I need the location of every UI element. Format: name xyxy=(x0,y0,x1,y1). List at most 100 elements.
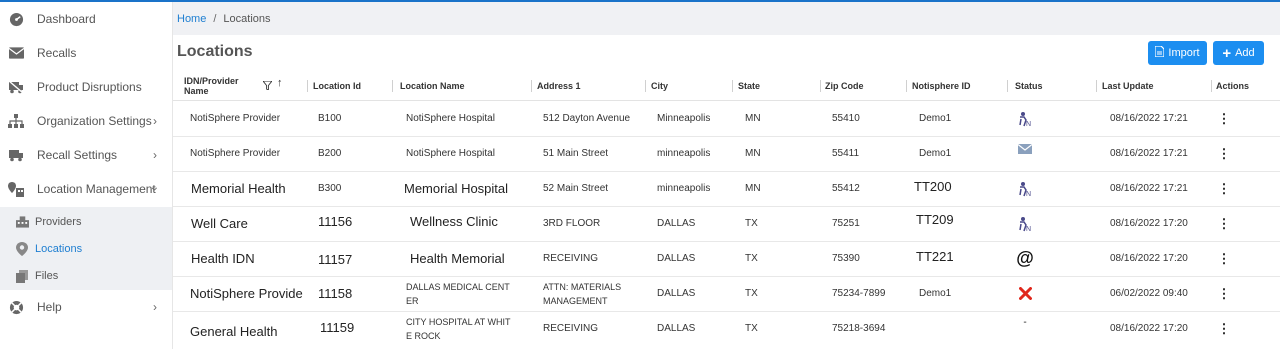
column-header-idn[interactable]: IDN/Provider Name ↑ xyxy=(184,72,308,100)
column-header-zip[interactable]: Zip Code xyxy=(825,72,907,100)
cell-address: 3RD FLOOR xyxy=(543,218,601,229)
envelope-icon xyxy=(1015,131,1035,166)
cell-idn: NotiSphere Provide xyxy=(190,286,303,301)
cell-address-line: MANAGEMENT xyxy=(543,295,608,306)
cell-last-update: 06/02/2022 09:40 xyxy=(1110,288,1188,299)
cell-notisphere-id: TT200 xyxy=(914,179,952,194)
column-header-address[interactable]: Address 1 xyxy=(537,72,646,100)
table-row[interactable]: General Health 11159 CITY HOSPITAL AT WH… xyxy=(173,311,1280,346)
table-row[interactable]: NotiSphere Provider B200 NotiSphere Hosp… xyxy=(173,136,1280,172)
files-icon xyxy=(15,269,29,283)
sidebar-item-location-management[interactable]: Location Management › xyxy=(0,172,172,206)
cell-location-id: 11157 xyxy=(318,252,353,267)
column-header-notisphere-id[interactable]: Notisphere ID xyxy=(912,72,1008,100)
envelope-icon xyxy=(8,45,24,61)
sidebar-item-label: Location Management xyxy=(37,182,156,196)
sidebar-subitem-files[interactable]: Files xyxy=(0,263,172,289)
cell-state: TX xyxy=(745,323,758,334)
cell-notisphere-id: Demo1 xyxy=(919,148,952,159)
cell-city: DALLAS xyxy=(657,288,696,299)
cell-address: 512 Dayton Avenue xyxy=(543,113,631,124)
cell-zip: 75251 xyxy=(832,218,860,229)
cell-location-name-line: CITY HOSPITAL AT WHIT xyxy=(406,316,511,327)
sidebar-subitem-label: Locations xyxy=(35,243,83,255)
page-title: Locations xyxy=(177,43,253,60)
breadcrumb-home-link[interactable]: Home xyxy=(177,13,206,25)
column-header-location-id[interactable]: Location Id xyxy=(313,72,393,100)
sidebar-item-label: Help xyxy=(37,300,62,314)
cell-idn: Memorial Health xyxy=(191,181,286,196)
sidebar-item-organization-settings[interactable]: Organization Settings › xyxy=(0,104,172,138)
table-row[interactable]: Health IDN 11157 Health Memorial RECEIVI… xyxy=(173,241,1280,277)
add-button-label: Add xyxy=(1235,47,1255,59)
cell-address: ATTN: MATERIALS MANAGEMENT xyxy=(543,276,648,311)
cell-location-id: B100 xyxy=(318,113,342,124)
import-button-label: Import xyxy=(1168,47,1200,59)
column-header-location-name[interactable]: Location Name xyxy=(400,72,532,100)
add-button[interactable]: + Add xyxy=(1213,41,1264,65)
cell-location-id: 11158 xyxy=(318,286,353,301)
row-actions-button[interactable]: ⋮ xyxy=(1218,171,1231,206)
sidebar-item-product-disruptions[interactable]: Product Disruptions xyxy=(0,70,172,104)
sidebar-item-dashboard[interactable]: Dashboard xyxy=(0,2,172,36)
column-header-state[interactable]: State xyxy=(738,72,821,100)
row-actions-button[interactable]: ⋮ xyxy=(1218,241,1231,276)
sidebar-item-label: Organization Settings xyxy=(37,114,152,128)
filter-icon[interactable] xyxy=(262,80,273,92)
table-row[interactable]: Memorial Health B300 Memorial Hospital 5… xyxy=(173,171,1280,207)
table-row[interactable]: NotiSphere Provider B100 NotiSphere Hosp… xyxy=(173,101,1280,137)
cell-notisphere-id: TT209 xyxy=(916,212,954,227)
sidebar-item-help[interactable]: Help › xyxy=(0,290,172,324)
cell-address: 52 Main Street xyxy=(543,183,609,194)
sidebar-subitem-label: Files xyxy=(35,270,59,282)
cell-state: MN xyxy=(745,113,761,124)
svg-text:N: N xyxy=(1026,191,1031,197)
sidebar-item-label: Recalls xyxy=(37,46,77,60)
sidebar-subitem-locations[interactable]: Locations xyxy=(0,236,172,262)
svg-text:N: N xyxy=(1026,226,1031,232)
cell-city: minneapolis xyxy=(657,148,711,159)
cell-zip: 55412 xyxy=(832,183,860,194)
sort-arrow-up-icon[interactable]: ↑ xyxy=(277,78,283,89)
cell-state: TX xyxy=(745,288,758,299)
column-header-status[interactable]: Status xyxy=(1015,72,1097,100)
sidebar-item-label: Product Disruptions xyxy=(37,80,142,94)
cell-zip: 75234-7899 xyxy=(832,288,886,299)
sidebar-item-label: Dashboard xyxy=(37,12,96,26)
cell-location-name: Memorial Hospital xyxy=(404,181,509,196)
table-row[interactable]: Well Care 11156 Wellness Clinic 3RD FLOO… xyxy=(173,206,1280,242)
sidebar-subitem-providers[interactable]: Providers xyxy=(0,209,172,235)
cell-location-id: 11156 xyxy=(318,214,353,229)
row-actions-button[interactable]: ⋮ xyxy=(1218,276,1231,311)
file-icon xyxy=(1154,45,1166,60)
cell-last-update: 08/16/2022 17:21 xyxy=(1110,183,1188,194)
import-button[interactable]: Import xyxy=(1148,41,1207,65)
chevron-right-icon: › xyxy=(153,148,157,162)
cell-idn: General Health xyxy=(190,324,278,339)
cell-last-update: 08/16/2022 17:21 xyxy=(1110,113,1188,124)
row-actions-button[interactable]: ⋮ xyxy=(1218,136,1231,171)
cell-city: DALLAS xyxy=(657,218,696,229)
cell-idn: NotiSphere Provider xyxy=(190,113,281,124)
cell-idn: NotiSphere Provider xyxy=(190,148,281,159)
cell-location-name: Health Memorial xyxy=(410,251,505,266)
column-header-city[interactable]: City xyxy=(651,72,733,100)
cell-zip: 55411 xyxy=(832,148,860,159)
row-actions-button[interactable]: ⋮ xyxy=(1218,206,1231,241)
notisphere-icon: N xyxy=(1015,171,1035,206)
cell-address-line: ATTN: MATERIALS xyxy=(543,281,622,292)
column-header-last-update[interactable]: Last Update xyxy=(1102,72,1212,100)
chevron-right-icon: › xyxy=(153,300,157,314)
cell-location-name: DALLAS MEDICAL CENT ER xyxy=(406,276,526,311)
cell-zip: 75218-3694 xyxy=(832,323,886,334)
row-actions-button[interactable]: ⋮ xyxy=(1218,311,1231,346)
table-row[interactable]: NotiSphere Provide 11158 DALLAS MEDICAL … xyxy=(173,276,1280,312)
sidebar-item-recalls[interactable]: Recalls xyxy=(0,36,172,70)
cell-location-id: B300 xyxy=(318,183,342,194)
cell-location-id: B200 xyxy=(318,148,342,159)
lifebuoy-icon xyxy=(8,299,24,315)
row-actions-button[interactable]: ⋮ xyxy=(1218,101,1231,136)
sidebar-item-recall-settings[interactable]: Recall Settings › xyxy=(0,138,172,172)
cell-last-update: 08/16/2022 17:20 xyxy=(1110,218,1188,229)
breadcrumb: Home / Locations xyxy=(173,2,1280,35)
